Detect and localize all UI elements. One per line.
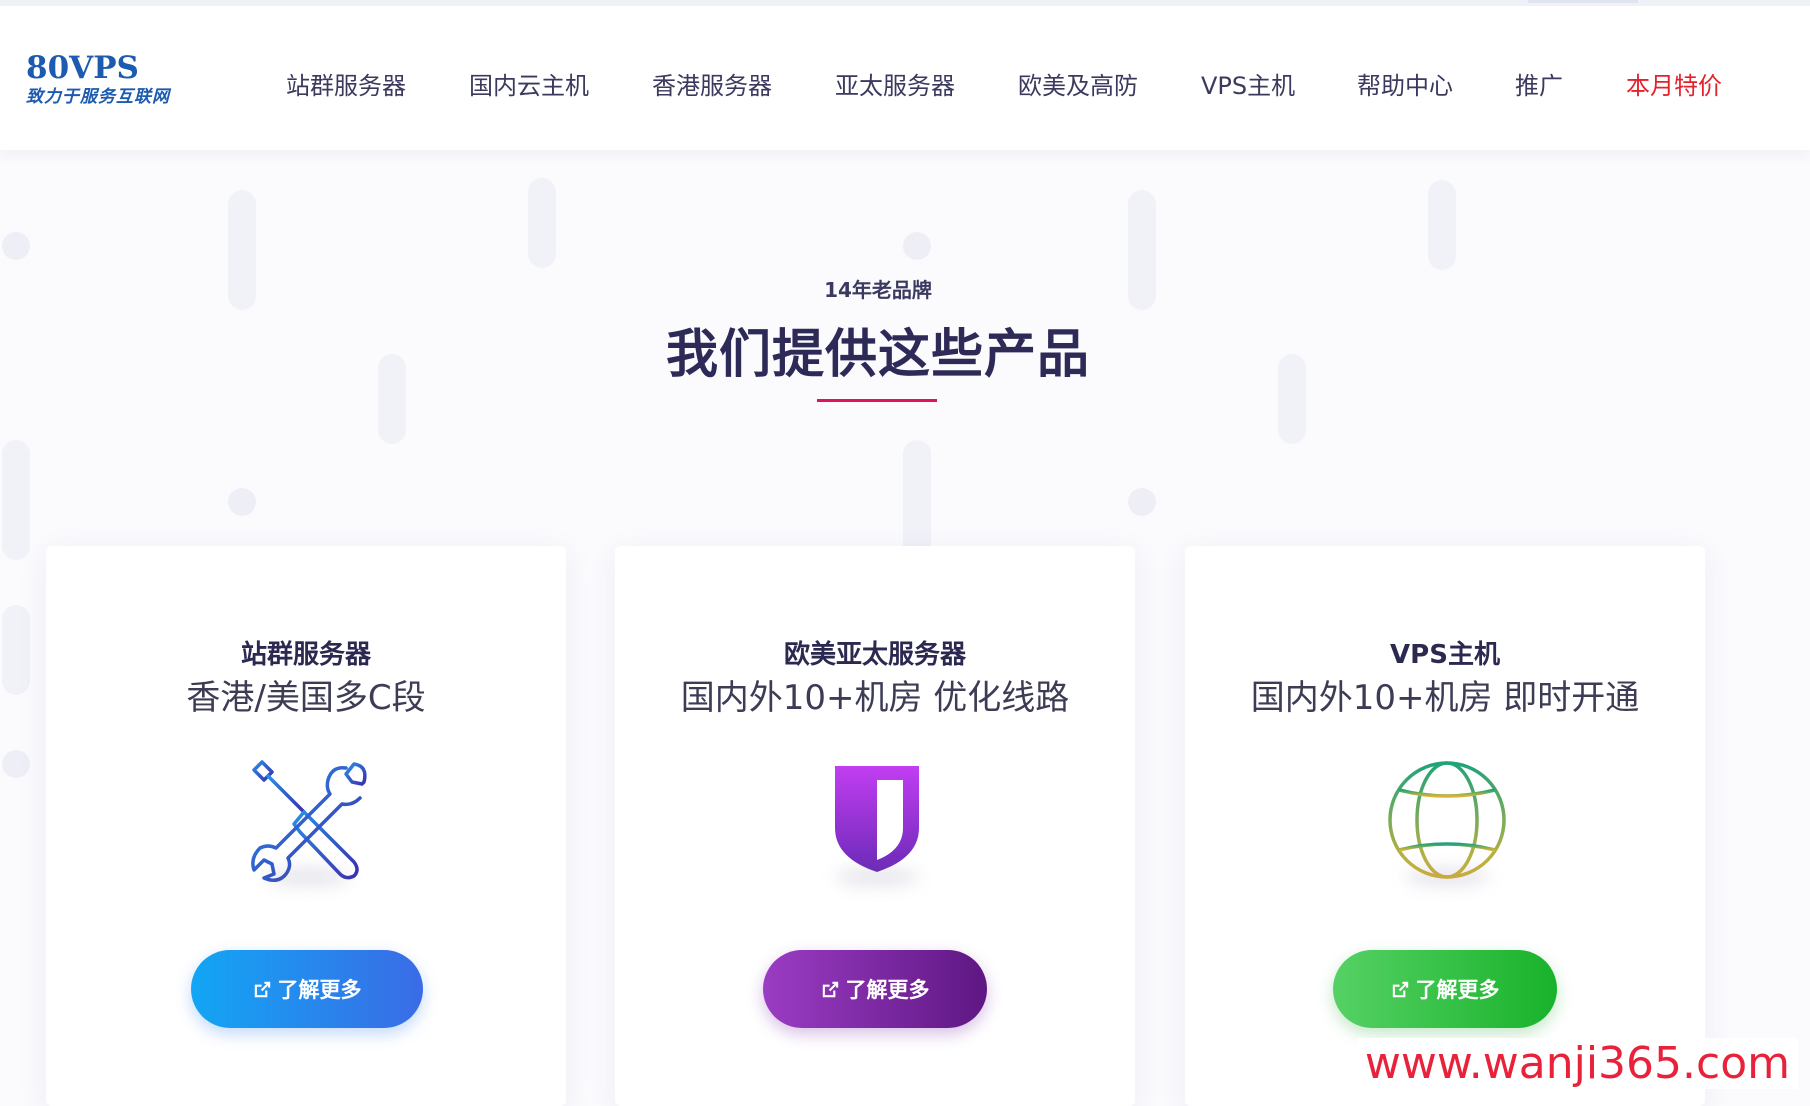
watermark-text: www.wanji365.com xyxy=(1356,1038,1798,1089)
nav-item-us-eu-ddos[interactable]: 欧美及高防 xyxy=(1018,66,1138,101)
nav-item-vps-host[interactable]: VPS主机 xyxy=(1201,66,1295,101)
section-eyebrow: 14年老品牌 xyxy=(824,278,932,302)
nav-item-apac-server[interactable]: 亚太服务器 xyxy=(835,66,955,101)
tools-icon xyxy=(246,758,370,886)
card-subtitle: 国内外10+机房 即时开通 xyxy=(1250,678,1640,718)
nav-item-domestic-cloud[interactable]: 国内云主机 xyxy=(469,66,589,101)
site-header: 80VPS 致力于服务互联网 站群服务器 国内云主机 香港服务器 亚太服务器 欧… xyxy=(0,6,1810,150)
product-card-vps: VPS主机 国内外10+机房 即时开通 了解更多 xyxy=(1185,546,1705,1106)
globe-icon xyxy=(1385,758,1509,886)
external-link-icon xyxy=(821,980,840,999)
product-card-site-group: 站群服务器 香港/美国多C段 了解更多 xyxy=(46,546,566,1106)
learn-more-button-us-eu-apac[interactable]: 了解更多 xyxy=(763,950,987,1028)
top-strip xyxy=(0,0,1810,6)
learn-more-button-site-group[interactable]: 了解更多 xyxy=(191,950,423,1028)
nav-item-hongkong-server[interactable]: 香港服务器 xyxy=(652,66,772,101)
nav-item-help-center[interactable]: 帮助中心 xyxy=(1357,66,1453,101)
section-headline: 我们提供这些产品 xyxy=(665,325,1090,385)
nav-item-monthly-deals[interactable]: 本月特价 xyxy=(1626,66,1722,101)
button-label: 了解更多 xyxy=(845,978,930,1002)
card-title: 站群服务器 xyxy=(240,640,371,670)
learn-more-button-vps[interactable]: 了解更多 xyxy=(1333,950,1557,1028)
nav-item-site-group-server[interactable]: 站群服务器 xyxy=(286,66,406,101)
card-title: VPS主机 xyxy=(1390,640,1500,670)
button-label: 了解更多 xyxy=(1415,978,1500,1002)
nav-item-promotion[interactable]: 推广 xyxy=(1515,66,1563,101)
card-title: 欧美亚太服务器 xyxy=(783,640,966,670)
card-subtitle: 国内外10+机房 优化线路 xyxy=(680,678,1070,718)
shield-icon xyxy=(815,758,939,886)
button-label: 了解更多 xyxy=(277,978,362,1002)
product-card-us-eu-apac: 欧美亚太服务器 国内外10+机房 优化线路 了解更多 xyxy=(615,546,1135,1106)
external-link-icon xyxy=(1391,980,1410,999)
card-subtitle: 香港/美国多C段 xyxy=(186,678,426,718)
headline-underline xyxy=(817,399,937,402)
main-nav: 站群服务器 国内云主机 香港服务器 亚太服务器 欧美及高防 VPS主机 帮助中心… xyxy=(0,6,1810,150)
external-link-icon xyxy=(253,980,272,999)
